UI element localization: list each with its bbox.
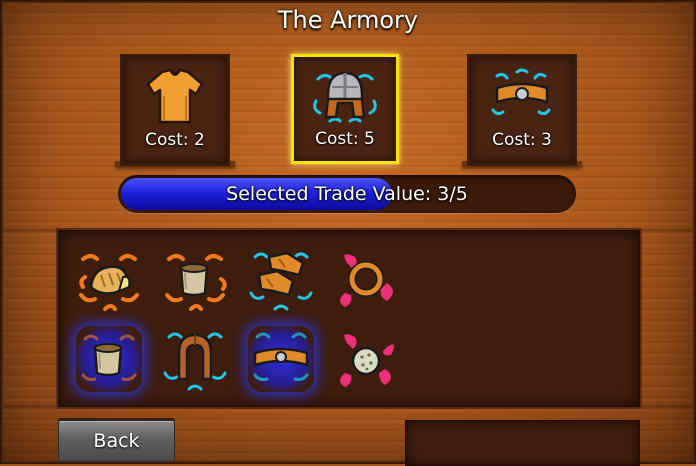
bread-icon xyxy=(79,254,139,311)
inventory-panel xyxy=(58,230,640,407)
trade-value-bar: Selected Trade Value: 3/5 xyxy=(118,175,576,213)
inventory-item-mug-selected[interactable] xyxy=(71,323,147,395)
inventory-item-bread[interactable] xyxy=(71,243,147,315)
orb-icon xyxy=(340,334,395,387)
tunic-icon xyxy=(146,68,204,124)
offer-slot-belt[interactable]: Cost: 3 xyxy=(470,57,574,163)
info-panel xyxy=(405,420,640,466)
mug-icon xyxy=(81,334,137,381)
ring-icon xyxy=(340,254,393,307)
cost-label: Cost: 2 xyxy=(145,130,205,150)
offer-slot-helmet[interactable]: Cost: 5 xyxy=(291,54,399,164)
cost-label: Cost: 5 xyxy=(315,129,375,149)
inventory-item-boots[interactable] xyxy=(243,243,319,315)
inventory-item-ring[interactable] xyxy=(329,243,405,315)
inventory-item-hood[interactable] xyxy=(157,323,233,395)
back-button[interactable]: Back xyxy=(58,420,175,462)
page-title: The Armory xyxy=(277,6,419,34)
belt-icon xyxy=(253,332,309,381)
cost-label: Cost: 3 xyxy=(492,130,552,150)
belt-icon xyxy=(491,68,551,116)
inventory-item-mug[interactable] xyxy=(157,243,233,315)
hood-icon xyxy=(163,332,227,391)
boots-icon xyxy=(249,251,313,311)
offer-slot-tunic[interactable]: Cost: 2 xyxy=(123,57,227,163)
trade-value-label: Selected Trade Value: 3/5 xyxy=(226,183,468,205)
inventory-item-belt-selected[interactable] xyxy=(243,323,319,395)
helmet-icon xyxy=(313,71,377,123)
mug-icon xyxy=(165,254,227,311)
inventory-item-orb[interactable] xyxy=(329,323,405,395)
